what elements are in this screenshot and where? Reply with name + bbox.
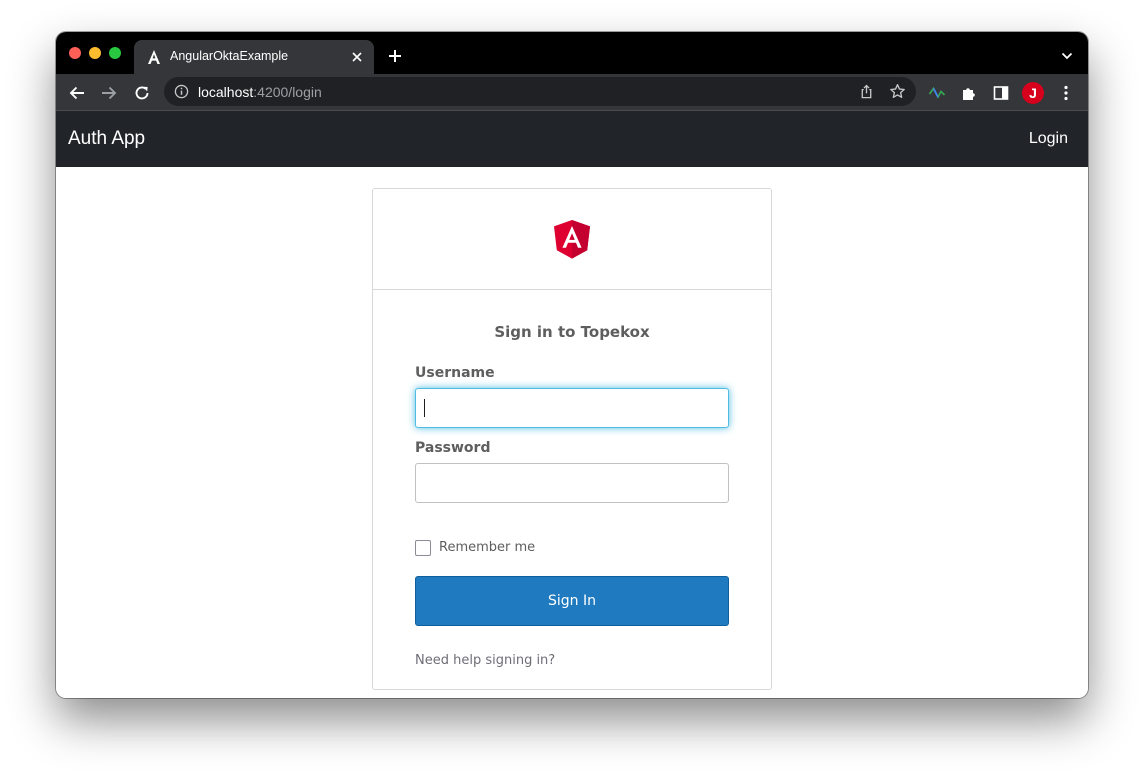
forward-icon[interactable] <box>100 84 118 102</box>
app-navbar: Auth App Login <box>56 111 1088 167</box>
back-icon[interactable] <box>68 84 86 102</box>
chevron-down-icon[interactable] <box>1061 51 1073 61</box>
text-cursor <box>424 399 425 417</box>
sidebar-icon[interactable] <box>992 84 1010 102</box>
signin-card: Sign in to Topekox Username Password Rem… <box>372 188 772 690</box>
kebab-menu-icon[interactable] <box>1057 84 1075 102</box>
puzzle-icon[interactable] <box>960 84 978 102</box>
close-icon[interactable] <box>350 50 364 64</box>
profile-avatar[interactable]: J <box>1022 82 1044 104</box>
url-text: localhost:4200/login <box>198 84 322 100</box>
angular-favicon-icon <box>148 50 160 64</box>
url-path: :4200/login <box>253 84 322 100</box>
browser-window: AngularOktaExample localhost:4200/login … <box>56 32 1088 698</box>
remember-me-checkbox[interactable] <box>415 540 431 556</box>
remember-me-label[interactable]: Remember me <box>439 540 535 555</box>
username-input[interactable] <box>415 388 729 428</box>
url-host: localhost <box>198 84 254 100</box>
browser-toolbar: localhost:4200/login J <box>56 74 1088 111</box>
signin-card-header <box>373 189 771 290</box>
minimize-window-button[interactable] <box>89 47 101 59</box>
address-bar[interactable]: localhost:4200/login <box>164 77 916 106</box>
password-input[interactable] <box>415 463 729 503</box>
info-icon[interactable] <box>174 84 189 99</box>
plus-icon[interactable] <box>388 49 402 63</box>
reload-icon[interactable] <box>133 84 151 102</box>
maximize-window-button[interactable] <box>109 47 121 59</box>
angular-logo-icon <box>554 220 590 259</box>
star-icon[interactable] <box>889 83 906 100</box>
password-label: Password <box>415 440 491 456</box>
share-icon[interactable] <box>859 84 874 99</box>
tab-strip: AngularOktaExample <box>56 32 1088 74</box>
extension-pulse-icon[interactable] <box>928 84 946 102</box>
navbar-brand[interactable]: Auth App <box>68 128 145 150</box>
navbar-login-link[interactable]: Login <box>1029 130 1068 148</box>
tab-title: AngularOktaExample <box>170 49 289 63</box>
signin-title: Sign in to Topekox <box>494 323 650 341</box>
help-signing-in-link[interactable]: Need help signing in? <box>415 653 555 668</box>
username-label: Username <box>415 365 495 381</box>
browser-tab[interactable]: AngularOktaExample <box>134 40 374 74</box>
close-window-button[interactable] <box>69 47 81 59</box>
page-content: Sign in to Topekox Username Password Rem… <box>56 167 1088 698</box>
signin-button[interactable]: Sign In <box>415 576 729 626</box>
